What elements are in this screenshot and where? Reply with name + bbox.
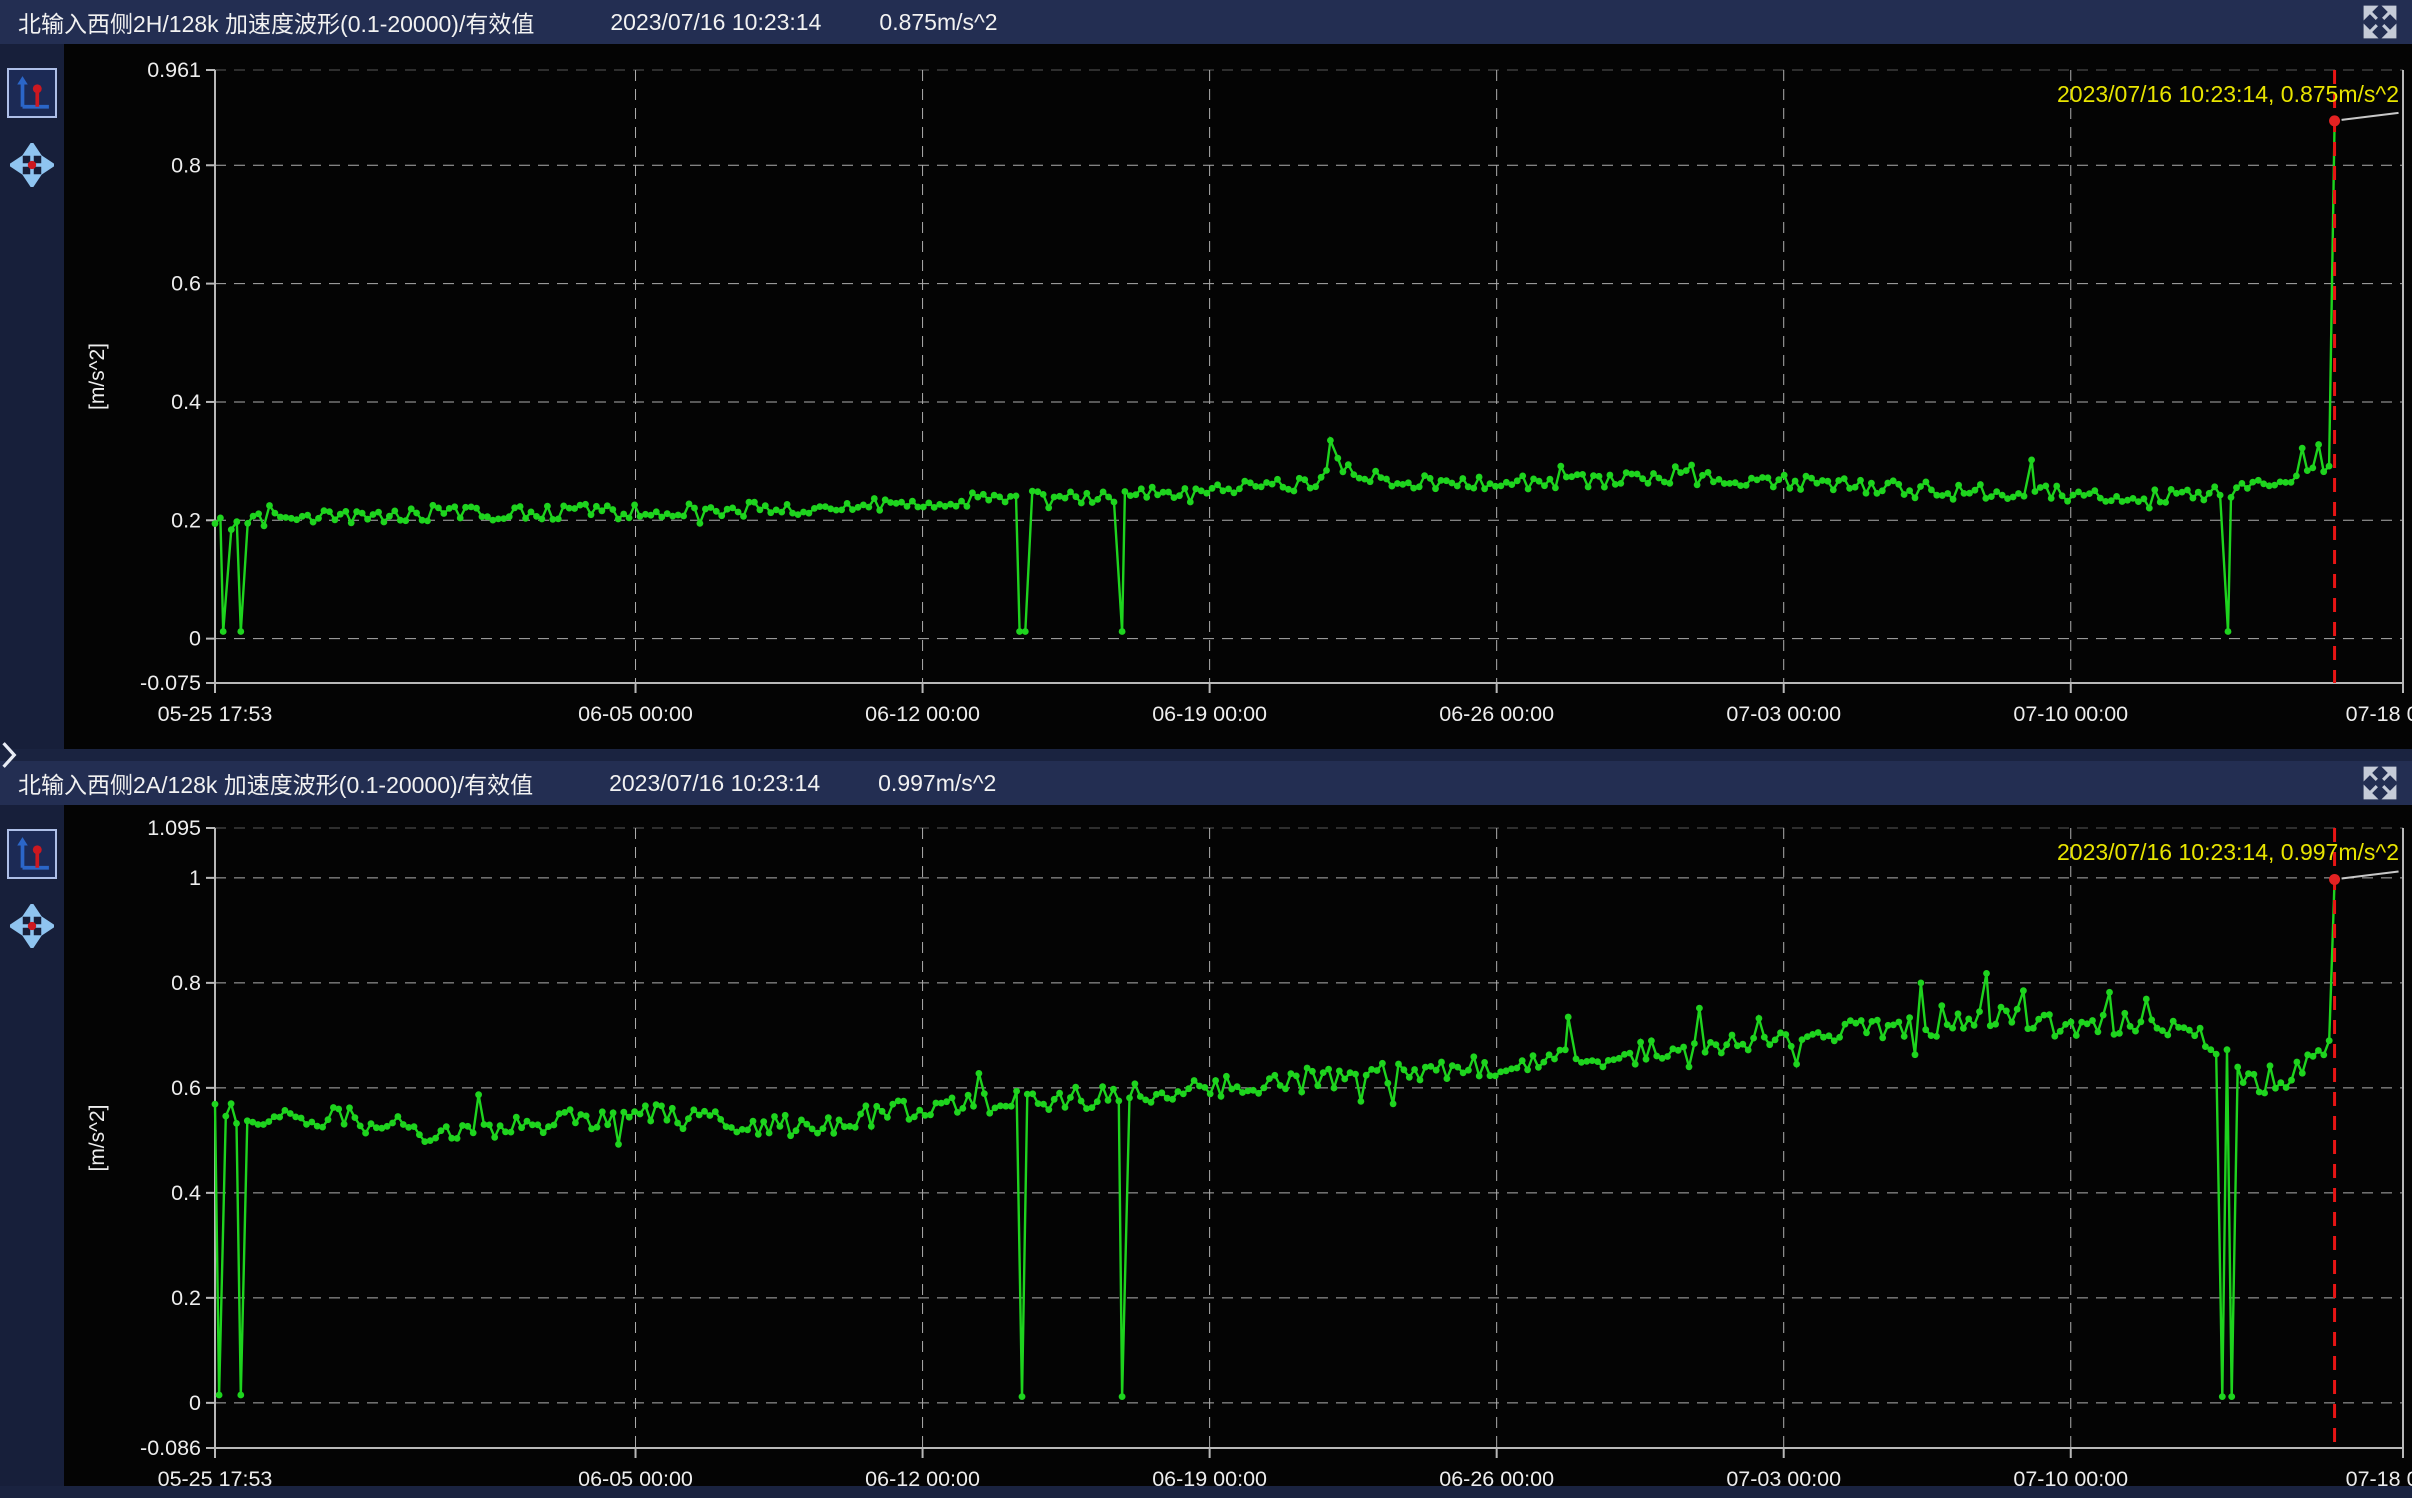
cursor-annotation: 2023/07/16 10:23:14, 0.997m/s^2 [2057, 839, 2399, 865]
chart-1-title: 北输入西侧2H/128k 加速度波形(0.1-20000)/有效值 [18, 5, 534, 39]
cursor-point [2329, 874, 2340, 885]
svg-text:06-19 00:00: 06-19 00:00 [1152, 702, 1267, 726]
trend-line [215, 121, 2335, 632]
svg-text:1: 1 [189, 866, 201, 890]
cursor-tool-button[interactable] [7, 829, 57, 879]
cursor-tool-button[interactable] [7, 68, 57, 118]
svg-text:0.6: 0.6 [171, 1076, 201, 1100]
svg-text:05-25 17:53: 05-25 17:53 [158, 702, 273, 726]
svg-text:0: 0 [189, 627, 201, 651]
cursor-axes-icon [13, 835, 51, 873]
chart-panel-2: 北输入西侧2A/128k 加速度波形(0.1-20000)/有效值 2023/0… [0, 761, 2412, 1498]
panel-divider [0, 749, 2412, 761]
svg-text:0: 0 [189, 1391, 201, 1415]
svg-text:07-10 00:00: 07-10 00:00 [2013, 702, 2128, 726]
cursor-axes-icon [13, 74, 51, 112]
svg-text:-0.086: -0.086 [140, 1436, 201, 1460]
fullscreen-button[interactable] [2362, 4, 2398, 40]
trend-line [215, 879, 2335, 1396]
svg-text:06-26 00:00: 06-26 00:00 [1439, 702, 1554, 726]
fullscreen-expand-icon [2362, 765, 2398, 801]
trend-monitor-app: 北输入西侧2H/128k 加速度波形(0.1-20000)/有效值 2023/0… [0, 0, 2412, 1498]
cursor-point [2329, 115, 2340, 126]
pan-move-icon [10, 904, 54, 948]
trend-markers [212, 876, 2338, 1400]
chart-panel-1: 北输入西侧2H/128k 加速度波形(0.1-20000)/有效值 2023/0… [0, 0, 2412, 749]
axes [206, 828, 2403, 1458]
svg-text:0.8: 0.8 [171, 971, 201, 995]
svg-text:0.2: 0.2 [171, 508, 201, 532]
pan-tool-button[interactable] [9, 142, 55, 188]
chart-2-toolbar [0, 805, 64, 1498]
chart-2-timestamp: 2023/07/16 10:23:14 [609, 770, 820, 797]
svg-text:0.8: 0.8 [171, 153, 201, 177]
cursor[interactable] [2329, 828, 2399, 1448]
svg-text:07-18 02:27: 07-18 02:27 [2346, 702, 2412, 726]
svg-text:06-12 00:00: 06-12 00:00 [865, 702, 980, 726]
chart-1-timestamp: 2023/07/16 10:23:14 [610, 9, 821, 36]
svg-text:06-05 00:00: 06-05 00:00 [578, 702, 693, 726]
y-axis-unit-label: [m/s^2] [86, 1104, 109, 1171]
svg-text:0.4: 0.4 [171, 1181, 201, 1205]
chevron-right-icon [0, 740, 20, 770]
svg-text:-0.075: -0.075 [140, 671, 201, 695]
svg-text:07-03 00:00: 07-03 00:00 [1726, 702, 1841, 726]
trend-markers [212, 118, 2338, 635]
gridlines [215, 70, 2403, 683]
trend-chart-1: 0.961 0.8 0.6 0.4 0.2 0 -0.075 05-25 17:53 06-05… [64, 44, 2412, 749]
svg-text:0.4: 0.4 [171, 390, 201, 414]
chart-2-value: 0.997m/s^2 [878, 770, 996, 797]
y-axis-unit-label: [m/s^2] [86, 343, 109, 410]
fullscreen-button[interactable] [2362, 765, 2398, 801]
cursor-leader-line [2342, 113, 2399, 120]
chart-2-body: 1.09510.80.60.40.20-0.08605-25 17:5306-0… [0, 805, 2412, 1498]
axes [206, 70, 2403, 693]
cursor[interactable] [2329, 70, 2399, 683]
trend-chart-2: 1.09510.80.60.40.20-0.08605-25 17:5306-0… [64, 805, 2412, 1498]
chart-1-body: 0.961 0.8 0.6 0.4 0.2 0 -0.075 05-25 17:53 06-05… [0, 44, 2412, 749]
chart-1-header: 北输入西侧2H/128k 加速度波形(0.1-20000)/有效值 2023/0… [0, 0, 2412, 44]
cursor-annotation: 2023/07/16 10:23:14, 0.875m/s^2 [2057, 81, 2399, 107]
bottom-strip [0, 1486, 2412, 1498]
fullscreen-expand-icon [2362, 4, 2398, 40]
expand-panel-button[interactable] [0, 740, 20, 770]
chart-1-value: 0.875m/s^2 [879, 9, 997, 36]
chart-1-toolbar [0, 44, 64, 749]
chart-2-title: 北输入西侧2A/128k 加速度波形(0.1-20000)/有效值 [18, 766, 533, 800]
svg-text:0.2: 0.2 [171, 1286, 201, 1310]
svg-text:0.961: 0.961 [147, 58, 201, 82]
chart-2-header: 北输入西侧2A/128k 加速度波形(0.1-20000)/有效值 2023/0… [0, 761, 2412, 805]
gridlines [215, 828, 2403, 1448]
svg-text:0.6: 0.6 [171, 272, 201, 296]
svg-text:1.095: 1.095 [147, 816, 201, 840]
pan-move-icon [10, 143, 54, 187]
pan-tool-button[interactable] [9, 903, 55, 949]
